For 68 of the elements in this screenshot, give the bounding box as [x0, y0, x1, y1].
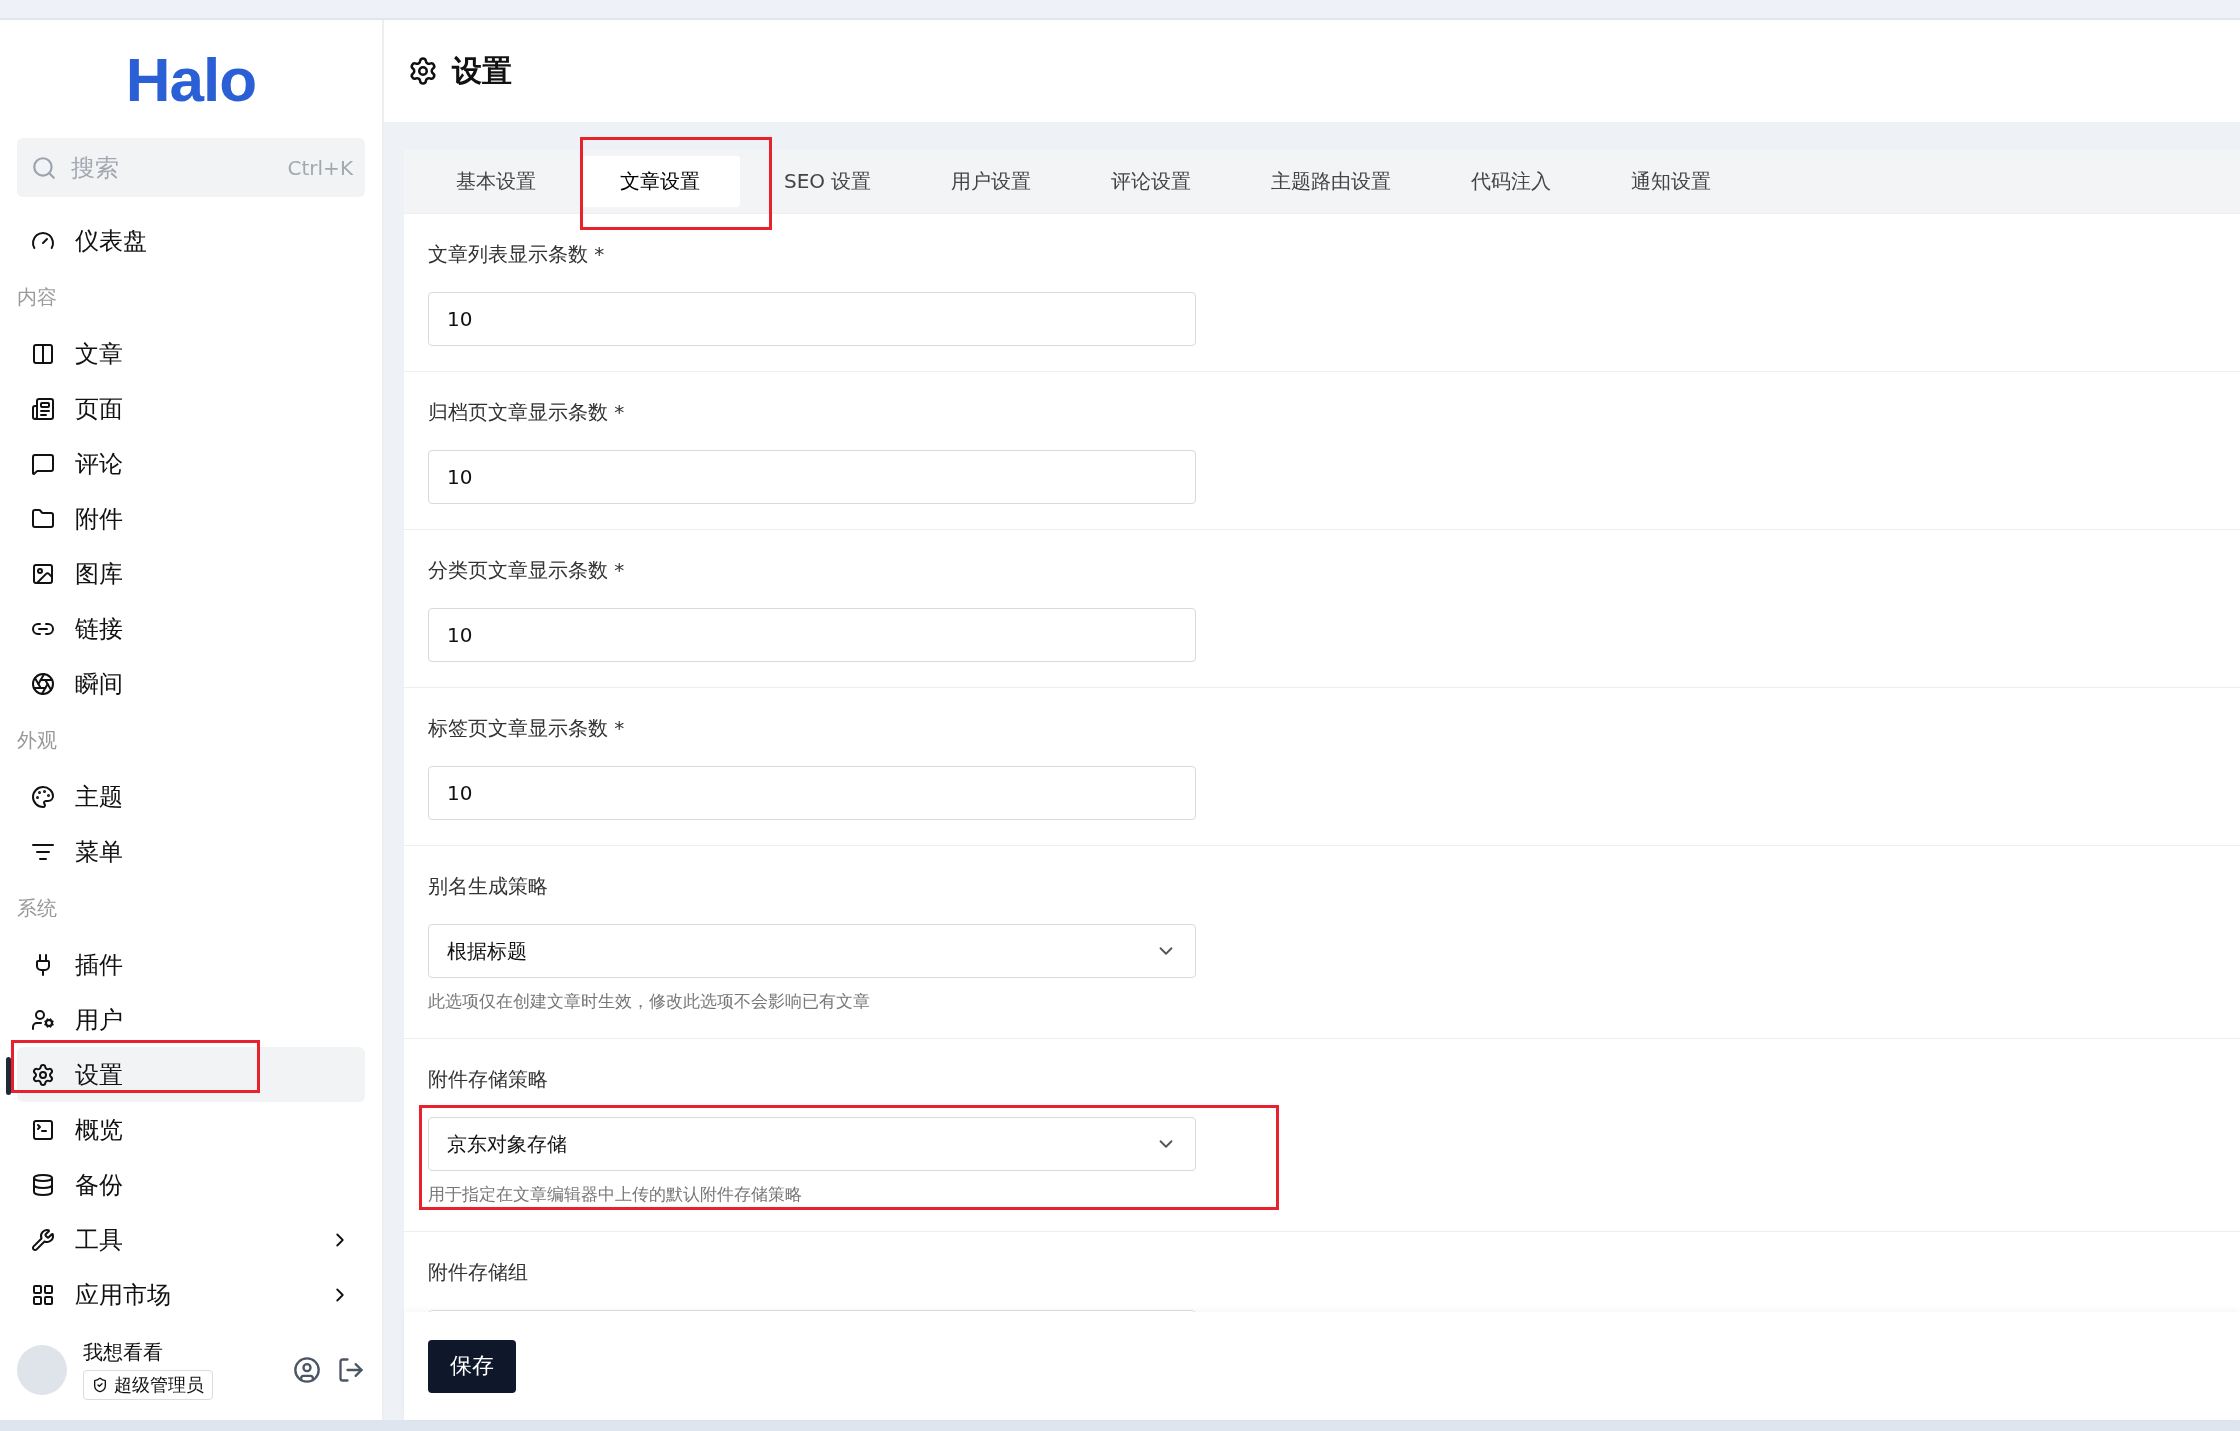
search-icon — [31, 154, 57, 181]
nav-icon — [31, 341, 55, 366]
profile-icon[interactable] — [293, 1355, 321, 1384]
nav-icon — [31, 451, 55, 476]
logo: Halo — [124, 48, 258, 112]
nav-item[interactable]: 插件 — [17, 937, 365, 992]
nav-icon — [31, 1227, 55, 1252]
tab[interactable]: 评论设置 — [1075, 156, 1228, 207]
number-input[interactable]: 10 — [428, 766, 1196, 820]
shortcut-hint: Ctrl+K — [287, 155, 353, 180]
nav-icon — [31, 506, 55, 531]
nav-section-title: 系统 — [17, 895, 58, 922]
tab[interactable]: 代码注入 — [1435, 156, 1588, 207]
page-title: 设置 — [452, 51, 512, 90]
nav-item[interactable]: 链接 — [17, 601, 365, 656]
number-input[interactable]: 10 — [428, 608, 1196, 662]
nav-item[interactable]: 文章 — [17, 326, 365, 381]
nav-icon — [31, 561, 55, 586]
nav-item[interactable]: 附件 — [17, 491, 365, 546]
number-input[interactable]: 10 — [428, 292, 1196, 346]
nav-item[interactable]: 主题 — [17, 769, 365, 824]
nav-icon — [31, 1282, 55, 1307]
nav-item[interactable]: 页面 — [17, 381, 365, 436]
user-name: 我想看看 — [83, 1339, 163, 1366]
settings-icon — [408, 56, 438, 86]
tab[interactable]: 用户设置 — [915, 156, 1068, 207]
field-label: 分类页文章显示条数 * — [428, 557, 626, 584]
select-field[interactable]: 京东对象存储 — [428, 1117, 1196, 1171]
tab[interactable]: 主题路由设置 — [1235, 156, 1428, 207]
nav-item[interactable]: 备份 — [17, 1157, 365, 1212]
role-badge: 超级管理员 — [83, 1370, 213, 1400]
field-label: 标签页文章显示条数 * — [428, 715, 626, 742]
tab[interactable]: 基本设置 — [420, 156, 572, 207]
field-label: 文章列表显示条数 * — [428, 241, 606, 268]
number-input[interactable]: 10 — [428, 450, 1196, 504]
nav-item[interactable]: 菜单 — [17, 824, 365, 879]
field-label: 附件存储组 — [428, 1259, 529, 1286]
field-label: 归档页文章显示条数 * — [428, 399, 626, 426]
nav-item[interactable]: 图库 — [17, 546, 365, 601]
select-field[interactable]: 根据标题 — [428, 924, 1196, 978]
nav-item[interactable]: 用户 — [17, 992, 365, 1047]
field-label: 别名生成策略 — [428, 873, 549, 900]
logout-icon[interactable] — [337, 1355, 365, 1384]
field-hint: 用于指定在文章编辑器中上传的默认附件存储策略 — [428, 1183, 803, 1206]
active-indicator — [6, 1057, 11, 1095]
nav-section-title: 内容 — [17, 284, 58, 311]
field-hint: 此选项仅在创建文章时生效，修改此选项不会影响已有文章 — [428, 990, 871, 1013]
nav-item[interactable]: 仪表盘 — [17, 213, 365, 268]
nav-icon — [31, 1062, 55, 1087]
nav-icon — [31, 671, 55, 696]
nav-item[interactable]: 设置 — [17, 1047, 365, 1102]
nav-icon — [31, 1117, 55, 1142]
nav-item[interactable]: 瞬间 — [17, 656, 365, 711]
field-label: 附件存储策略 — [428, 1066, 549, 1093]
tab[interactable]: 通知设置 — [1595, 156, 1748, 207]
avatar — [17, 1344, 67, 1395]
nav-item[interactable]: 概览 — [17, 1102, 365, 1157]
nav-item[interactable]: 评论 — [17, 436, 365, 491]
nav-icon — [31, 1172, 55, 1197]
nav-icon — [31, 1007, 55, 1032]
save-button[interactable]: 保存 — [428, 1339, 516, 1393]
nav-section-title: 外观 — [17, 727, 58, 754]
nav-item[interactable]: 工具 — [17, 1212, 365, 1267]
tab[interactable]: 文章设置 — [580, 156, 740, 207]
tab[interactable]: SEO 设置 — [748, 156, 908, 207]
nav-item[interactable]: 应用市场 — [17, 1267, 365, 1322]
nav-icon — [31, 784, 55, 809]
nav-icon — [31, 396, 55, 421]
